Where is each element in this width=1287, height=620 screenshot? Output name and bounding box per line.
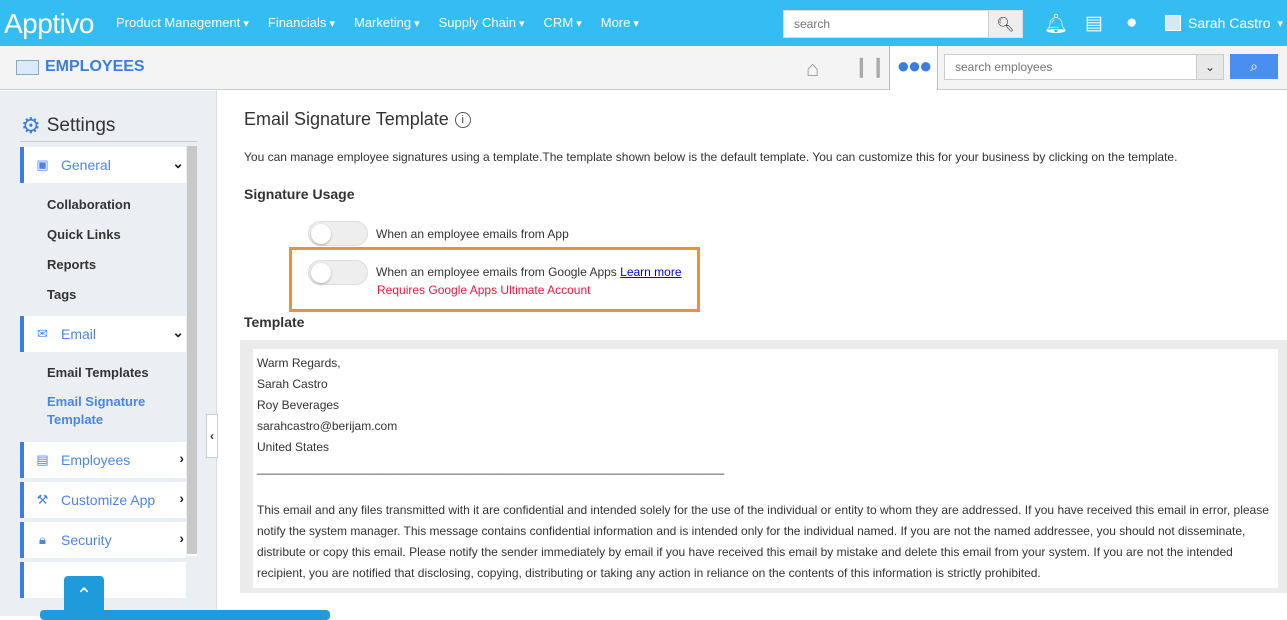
- user-menu[interactable]: Sarah Castro ▾: [1165, 15, 1283, 31]
- collapse-sidebar-button[interactable]: ‹: [206, 414, 218, 458]
- chevron-down-icon: ⌄: [172, 155, 184, 171]
- tools-icon: ⚒: [36, 492, 49, 507]
- chevron-down-icon[interactable]: ⌄: [1196, 55, 1223, 79]
- sidebar-item-security[interactable]: 🔒︎ Security ›: [20, 522, 186, 558]
- toggle-google-label: When an employee emails from Google Apps…: [376, 265, 682, 279]
- sidebar-item-label: Security: [61, 532, 112, 548]
- nav-marketing[interactable]: Marketing: [354, 15, 420, 30]
- template-line: sarahcastro@berijam.com: [257, 419, 398, 433]
- sidebar-item-general[interactable]: ▣ General ⌄: [20, 147, 186, 183]
- settings-title: Settings: [46, 115, 116, 136]
- nav-financials[interactable]: Financials: [268, 15, 335, 30]
- more-dots-icon[interactable]: ●●●: [889, 46, 938, 90]
- chevron-down-icon: ⌄: [172, 324, 184, 340]
- gear-icon: ⚙: [21, 113, 41, 138]
- chat-icon[interactable]: ●: [1126, 12, 1137, 34]
- template-disclaimer: This email and any files transmitted wit…: [257, 503, 1269, 580]
- avatar: [1165, 15, 1181, 31]
- bell-icon[interactable]: 🔔︎: [1044, 12, 1068, 36]
- envelope-icon: ✉: [37, 326, 48, 341]
- toggle-app-label: When an employee emails from App: [376, 227, 569, 241]
- divider: [20, 141, 197, 142]
- sidebar-sub-collaboration[interactable]: Collaboration: [47, 197, 131, 212]
- toggle-email-from-app[interactable]: [308, 221, 368, 246]
- module-bar: EMPLOYEES ⌂ ❙❙❙ ●●● ⌄ ⌕: [0, 46, 1287, 90]
- sidebar-sub-reports[interactable]: Reports: [47, 257, 96, 272]
- page-description: You can manage employee signatures using…: [244, 150, 1178, 164]
- global-search: 🔍︎: [783, 10, 1023, 38]
- sidebar-sub-email-signature-template[interactable]: Email Signature Template: [47, 393, 157, 429]
- sidebar-sub-email-templates[interactable]: Email Templates: [47, 365, 149, 380]
- template-line: United States: [257, 440, 330, 454]
- settings-heading: ⚙ Settings: [21, 113, 115, 139]
- sidebar-item-label: Customize App: [61, 492, 156, 508]
- sidebar-scrollbar-thumb[interactable]: [187, 146, 197, 554]
- page-title: Email Signature Template i: [244, 109, 471, 130]
- caret-down-icon: ▾: [1277, 17, 1284, 30]
- module-name: EMPLOYEES: [45, 58, 145, 75]
- employee-search-input[interactable]: [945, 55, 1196, 79]
- template-line: Roy Beverages: [257, 398, 340, 412]
- nav-crm[interactable]: CRM: [544, 15, 582, 30]
- monitor-icon: ▣: [36, 157, 49, 172]
- home-icon[interactable]: ⌂: [806, 56, 819, 82]
- learn-more-link[interactable]: Learn more: [620, 265, 681, 279]
- sidebar-item-label: Employees: [61, 452, 131, 468]
- bottom-bar: [40, 610, 330, 620]
- page-title-text: Email Signature Template: [244, 109, 449, 129]
- user-name: Sarah Castro: [1188, 15, 1271, 31]
- signature-template[interactable]: Warm Regards, Sarah Castro Roy Beverages…: [253, 349, 1278, 588]
- settings-sidebar: ⚙ Settings ▣ General ⌄ Collaboration Quick …: [0, 91, 217, 616]
- nav-supply-chain[interactable]: Supply Chain: [439, 15, 525, 30]
- top-bar: Apptivo Product Management Financials Ma…: [0, 0, 1287, 46]
- search-icon[interactable]: 🔍︎: [988, 11, 1022, 37]
- employee-card-icon: [16, 59, 39, 75]
- sidebar-item-label: General: [61, 157, 111, 173]
- employee-search-button[interactable]: ⌕: [1230, 54, 1278, 79]
- nav-more[interactable]: More: [601, 15, 639, 30]
- toggle-email-from-google-apps[interactable]: [308, 260, 368, 285]
- template-line: Warm Regards,: [257, 356, 341, 370]
- chevron-up-icon: ⌃: [75, 585, 93, 607]
- apptivo-logo[interactable]: Apptivo: [4, 8, 94, 40]
- signature-usage-heading: Signature Usage: [244, 186, 355, 202]
- sidebar-item-label: Email: [61, 326, 97, 342]
- employee-list-icon: ▤: [36, 452, 49, 467]
- template-line: Sarah Castro: [257, 377, 328, 391]
- store-icon[interactable]: ▤: [1085, 12, 1103, 35]
- sidebar-sub-quick-links[interactable]: Quick Links: [47, 227, 121, 242]
- sidebar-item-email[interactable]: ✉ Email ⌄: [20, 316, 186, 352]
- sidebar-item-customize-app[interactable]: ⚒ Customize App ›: [20, 482, 186, 518]
- chevron-right-icon: ›: [179, 450, 184, 466]
- main-nav: Product Management Financials Marketing …: [116, 15, 658, 30]
- nav-product-management[interactable]: Product Management: [116, 15, 249, 30]
- toggle-google-text: When an employee emails from Google Apps: [376, 265, 617, 279]
- global-search-input[interactable]: [784, 11, 988, 37]
- sidebar-sub-tags[interactable]: Tags: [47, 287, 76, 302]
- sidebar-item-employees[interactable]: ▤ Employees ›: [20, 442, 186, 478]
- template-heading: Template: [244, 314, 305, 330]
- info-icon[interactable]: i: [454, 112, 471, 128]
- module-title[interactable]: EMPLOYEES: [16, 58, 145, 76]
- template-separator: ________________________________________…: [257, 461, 725, 475]
- chevron-right-icon: ›: [179, 490, 184, 506]
- employee-search: ⌄: [944, 54, 1224, 80]
- google-warning: Requires Google Apps Ultimate Account: [377, 283, 591, 297]
- chevron-right-icon: ›: [179, 530, 184, 546]
- search-icon: ⌕: [1250, 58, 1258, 74]
- lock-icon: 🔒︎: [39, 532, 46, 547]
